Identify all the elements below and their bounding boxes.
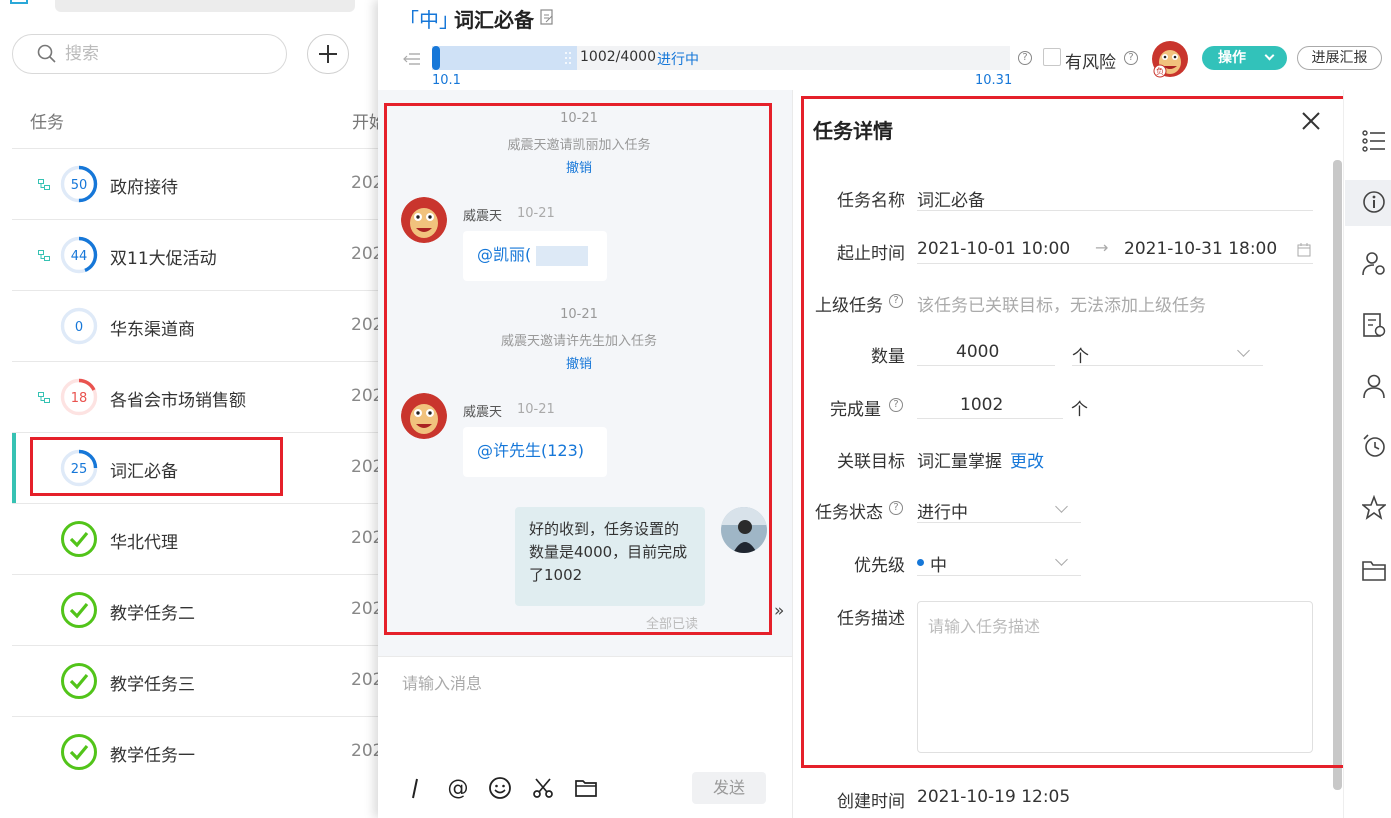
task-row[interactable]: 教学任务三 2021 [12,645,378,716]
task-row[interactable]: 教学任务一 2021 [12,716,378,787]
progress-report-button[interactable]: 进展汇报 [1297,46,1382,70]
task-name: 教学任务一 [110,746,195,766]
drag-grip-icon[interactable] [564,51,572,65]
progress-ring: 18 [60,378,98,416]
emoji-icon[interactable] [488,776,512,800]
info-icon[interactable] [1362,189,1386,215]
risk-checkbox[interactable] [1043,48,1061,66]
operate-label: 操作 [1218,50,1246,66]
chevron-down-icon [1264,50,1275,61]
created-time-label: 创建时间 [837,792,905,812]
task-name: 教学任务三 [110,675,195,695]
task-start-date: 2021 [351,599,378,619]
owner-avatar[interactable]: 负 [1150,40,1190,78]
subtask-tree-icon[interactable] [38,392,50,403]
task-name: 各省会市场销售额 [110,391,246,411]
task-start-date: 2021 [351,528,378,548]
progress-value: 50 [71,178,88,193]
completed-check-icon [61,592,97,628]
priority-tag: 「中」 [399,8,459,32]
highlight-box-chat [384,103,772,635]
star-icon[interactable] [1362,495,1386,521]
add-task-button[interactable] [307,34,349,74]
window-top-strip [0,0,378,14]
slash-command-icon[interactable] [403,776,427,800]
timeline-start-date: 10.1 [432,73,461,88]
send-button[interactable]: 发送 [692,772,766,804]
task-name: 教学任务二 [110,604,195,624]
progress-value: 18 [71,391,88,406]
completed-check-icon [61,521,97,557]
task-row[interactable]: 华北代理 2021 [12,503,378,574]
search-icon [37,44,56,63]
scissors-icon[interactable] [531,776,555,800]
svg-text:负: 负 [1156,66,1164,76]
subtask-tree-icon[interactable] [38,250,50,261]
progress-ring: 0 [60,307,98,345]
progress-handle[interactable] [432,46,440,70]
mention-icon[interactable]: @ [446,776,470,800]
edit-note-icon[interactable] [540,9,554,25]
folder-icon[interactable] [574,776,598,800]
created-time-value: 2021-10-19 12:05 [917,787,1071,807]
task-row[interactable]: 教学任务二 2021 [12,574,378,645]
svg-text:@: @ [448,776,469,800]
task-row[interactable]: 50 政府接待 2021 [12,148,378,219]
collapse-icon[interactable] [403,52,421,66]
task-start-date: 2021 [351,173,378,193]
highlight-box-detail [801,96,1388,768]
progress-text: 1002/4000 [580,49,656,65]
task-start-date: 2021 [351,670,378,690]
top-tab-bar[interactable] [55,0,355,12]
app-icon [10,0,28,4]
progress-value: 44 [71,249,88,264]
alarm-clock-icon[interactable] [1362,433,1386,459]
risk-label: 有风险 [1065,53,1116,73]
document-clock-icon[interactable] [1362,312,1386,338]
task-row[interactable]: 0华东渠道商2021 [12,290,378,361]
task-row[interactable]: 18 各省会市场销售额 2021 [12,361,378,432]
person-icon[interactable] [1362,373,1386,399]
help-icon[interactable]: ? [1124,51,1138,65]
task-name: 政府接待 [110,178,178,198]
progress-bar-fill [432,46,577,70]
operate-button[interactable]: 操作 [1202,46,1287,70]
search-box[interactable] [12,34,287,74]
help-icon[interactable]: ? [1018,51,1032,65]
subtask-tree-icon[interactable] [38,179,50,190]
completed-check-icon [61,734,97,770]
search-input[interactable] [65,43,265,65]
task-list-panel: 任务 开始 50政府接待202144双11大促活动20210华东渠道商20211… [0,0,378,818]
task-start-date: 2021 [351,741,378,761]
folder-icon[interactable] [1362,557,1386,583]
progress-ring: 50 [60,165,98,203]
progress-ring: 44 [60,236,98,274]
timeline-end-date: 10.31 [975,73,1013,88]
completed-check-icon [61,663,97,699]
progress-value: 0 [75,320,83,335]
task-name: 双11大促活动 [110,249,217,269]
task-start-date: 2021 [351,386,378,406]
task-start-date: 2021 [351,244,378,264]
progress-bar[interactable] [432,46,1010,70]
highlight-box-selected-task [30,437,283,496]
expand-arrow-icon[interactable]: » [774,601,784,621]
task-name: 华北代理 [110,533,178,553]
column-header-task: 任务 [30,113,64,133]
progress-status: 进行中 [657,52,699,68]
message-input[interactable] [402,674,762,693]
task-name: 华东渠道商 [110,320,195,340]
checklist-icon[interactable] [1362,128,1386,154]
task-title: 词汇必备 [454,8,534,32]
task-start-date: 2021 [351,457,378,477]
member-settings-icon[interactable] [1362,250,1386,276]
task-row[interactable]: 44 双11大促活动 2021 [12,219,378,290]
